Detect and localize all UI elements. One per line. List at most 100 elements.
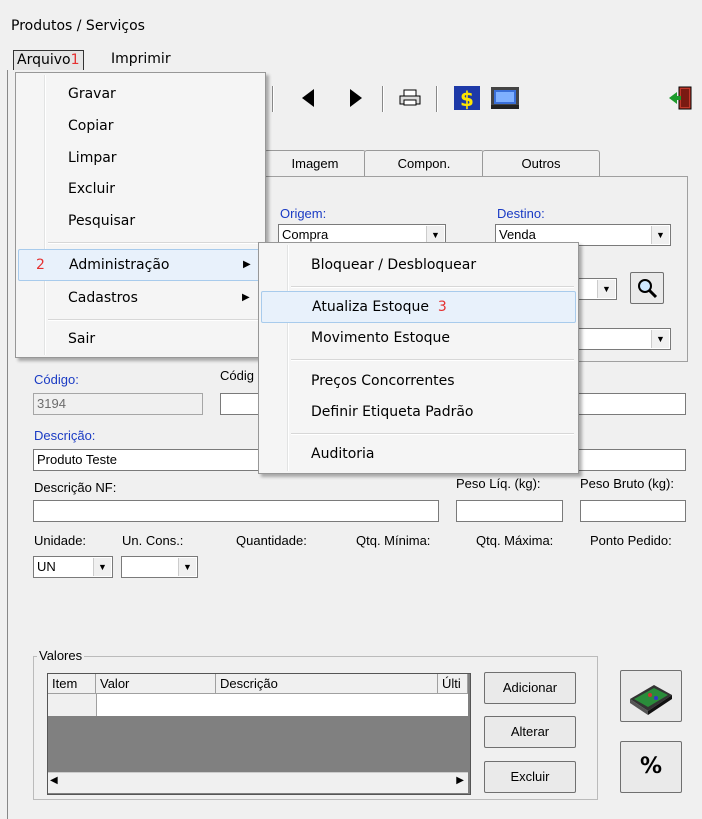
unidade-label: Unidade: — [34, 533, 87, 548]
toolbar-separator — [382, 86, 384, 112]
quantidade-label: Quantidade: — [236, 533, 307, 548]
un-cons-label: Un. Cons.: — [122, 533, 184, 548]
menu-item-label: Gravar — [68, 86, 116, 102]
search-button[interactable] — [630, 272, 664, 304]
grid-row-indicator[interactable] — [48, 694, 97, 716]
grid-column-item[interactable]: Item — [48, 674, 96, 694]
percent-button[interactable]: % — [620, 741, 682, 793]
menu-item-cadastros[interactable]: Cadastros ▶ — [16, 283, 265, 313]
descricao-nf-field[interactable] — [33, 500, 439, 522]
menu-imprimir[interactable]: Imprimir — [108, 50, 174, 69]
menu-item-label: Preços Concorrentes — [311, 373, 455, 389]
origem-label: Origem: — [280, 206, 327, 221]
peso-bruto-label: Peso Bruto (kg): — [580, 476, 674, 491]
menu-item-pesquisar[interactable]: Pesquisar — [16, 206, 265, 236]
annotation-3: 3 — [437, 299, 447, 315]
next-icon[interactable] — [344, 84, 368, 112]
menu-item-label: Excluir — [68, 181, 115, 197]
menu-item-label: Movimento Estoque — [311, 330, 451, 346]
adicionar-button[interactable]: Adicionar — [484, 672, 576, 704]
menu-separator — [48, 242, 261, 244]
exit-door-icon[interactable] — [666, 84, 694, 112]
menu-separator — [48, 319, 261, 321]
calculator-button[interactable] — [620, 670, 682, 722]
destino-value: Venda — [499, 227, 536, 242]
previous-icon[interactable] — [296, 84, 320, 112]
scroll-right-icon[interactable]: ▶ — [456, 775, 464, 786]
menu-separator — [291, 359, 574, 361]
menu-item-gravar[interactable]: Gravar — [16, 79, 265, 109]
annotation-1: 1 — [70, 52, 80, 68]
submenu-item-definir-etiqueta[interactable]: Definir Etiqueta Padrão — [259, 397, 578, 427]
qtd-maxima-label: Qtq. Máxima: — [476, 533, 554, 548]
excluir-button[interactable]: Excluir — [484, 761, 576, 793]
menu-arquivo[interactable]: Arquivo1 — [13, 50, 84, 71]
peso-liq-label: Peso Líq. (kg): — [456, 476, 541, 491]
menu-item-label: Copiar — [68, 118, 114, 134]
tab-compon[interactable]: Compon. — [364, 150, 484, 177]
descricao-label: Descrição: — [34, 428, 96, 443]
menu-item-sair[interactable]: Sair — [16, 324, 265, 354]
menu-item-label: Atualiza Estoque 3 — [312, 292, 447, 322]
dollar-icon[interactable]: $ — [452, 84, 482, 112]
menu-bar — [0, 46, 702, 70]
descricao-nf-label: Descrição NF: — [34, 480, 117, 495]
menu-item-administracao[interactable]: 2 Administração ▶ — [18, 249, 263, 281]
menu-item-copiar[interactable]: Copiar — [16, 111, 265, 141]
peso-bruto-field[interactable] — [580, 500, 686, 522]
tab-imagem[interactable]: Imagem — [264, 150, 366, 177]
menu-item-excluir[interactable]: Excluir — [16, 174, 265, 204]
destino-label: Destino: — [497, 206, 545, 221]
administracao-submenu: Bloquear / Desbloquear Atualiza Estoque … — [258, 242, 579, 474]
submenu-item-atualiza-estoque[interactable]: Atualiza Estoque 3 — [261, 291, 576, 323]
chevron-down-icon[interactable]: ▼ — [597, 280, 615, 298]
unidade-select[interactable]: UN ▼ — [33, 556, 113, 578]
chevron-right-icon: ▶ — [243, 259, 251, 270]
scroll-left-icon[interactable]: ◀ — [50, 775, 58, 786]
grid-column-ultimo[interactable]: Últi — [438, 674, 468, 694]
grid-column-valor[interactable]: Valor — [96, 674, 216, 694]
toolbar-separator — [272, 86, 274, 112]
origem-value: Compra — [282, 227, 329, 242]
calculator-icon — [630, 685, 672, 715]
menu-arquivo-label: Arquivo — [17, 52, 71, 68]
codigo-field[interactable]: 3194 — [33, 393, 203, 415]
report-icon[interactable] — [488, 84, 522, 112]
ponto-pedido-label: Ponto Pedido: — [590, 533, 672, 548]
chevron-down-icon[interactable]: ▼ — [178, 558, 196, 576]
svg-text:$: $ — [460, 87, 474, 111]
chevron-down-icon[interactable]: ▼ — [651, 226, 669, 244]
menu-item-label: Cadastros — [68, 290, 138, 306]
submenu-item-movimento-estoque[interactable]: Movimento Estoque — [259, 323, 578, 353]
alterar-button[interactable]: Alterar — [484, 716, 576, 748]
menu-item-label: Sair — [68, 331, 96, 347]
menu-separator — [291, 433, 574, 435]
percent-icon: % — [639, 754, 663, 779]
file-menu: Gravar Copiar Limpar Excluir Pesquisar 2… — [15, 72, 266, 358]
printer-icon[interactable] — [396, 84, 424, 112]
atualiza-estoque-label: Atualiza Estoque — [312, 299, 429, 315]
menu-item-label: Bloquear / Desbloquear — [311, 257, 477, 273]
valores-group-label: Valores — [37, 648, 85, 663]
chevron-down-icon[interactable]: ▼ — [651, 330, 669, 348]
codigo-label: Código: — [34, 372, 79, 387]
un-cons-select[interactable]: ▼ — [121, 556, 198, 578]
submenu-item-auditoria[interactable]: Auditoria — [259, 439, 578, 469]
menu-item-label: Limpar — [68, 150, 117, 166]
tab-outros[interactable]: Outros — [482, 150, 600, 177]
submenu-item-precos-concorrentes[interactable]: Preços Concorrentes — [259, 366, 578, 396]
chevron-right-icon: ▶ — [242, 292, 250, 303]
chevron-down-icon[interactable]: ▼ — [93, 558, 111, 576]
menu-separator — [291, 286, 574, 288]
grid-column-descricao[interactable]: Descrição — [216, 674, 438, 694]
submenu-item-bloquear[interactable]: Bloquear / Desbloquear — [259, 250, 578, 280]
menu-item-limpar[interactable]: Limpar — [16, 143, 265, 173]
menu-item-label: Auditoria — [311, 446, 375, 462]
peso-liq-field[interactable] — [456, 500, 563, 522]
horizontal-scrollbar[interactable]: ◀ ▶ — [48, 772, 468, 793]
qtd-minima-label: Qtq. Mínima: — [356, 533, 431, 548]
menu-item-label: Definir Etiqueta Padrão — [311, 404, 474, 420]
table-row[interactable] — [97, 694, 468, 716]
menu-item-label: Administração — [69, 257, 170, 273]
menu-item-label: Pesquisar — [68, 213, 136, 229]
